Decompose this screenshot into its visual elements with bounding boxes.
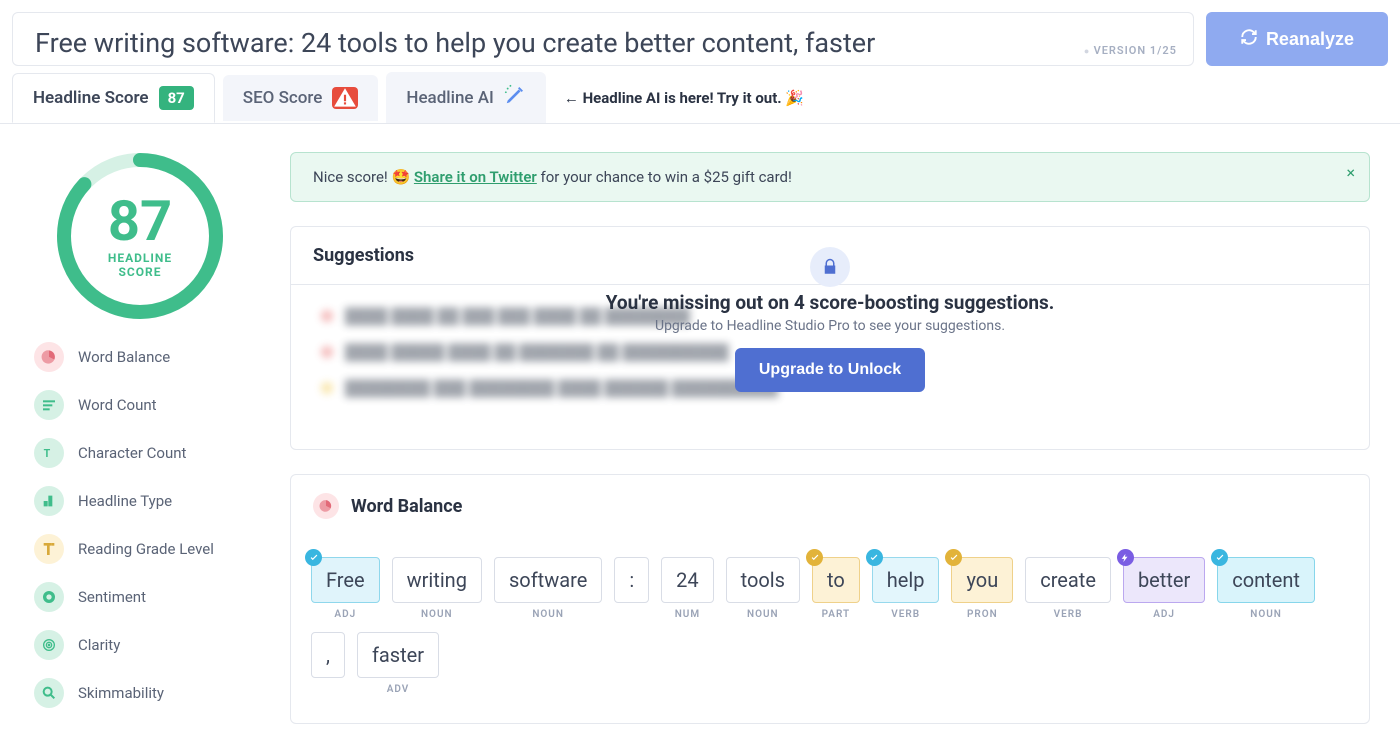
sidebar-item-reading-grade-level[interactable]: Reading Grade Level [34,534,250,564]
word-text: : [614,557,649,603]
pie-icon [313,493,339,519]
word-chip: content NOUN [1217,557,1315,620]
word-text: better [1123,557,1205,603]
reanalyze-button[interactable]: Reanalyze [1206,12,1388,66]
headline-ai-callout: ← Headline AI is here! Try it out. 🎉 [564,89,804,107]
word-chip: faster ADV [357,632,439,695]
sidebar-item-label: Clarity [78,636,120,654]
score-label: HEADLINE SCORE [108,251,172,280]
word-pos: NOUN [532,609,564,620]
bolt-icon [1117,549,1134,566]
word-text: 24 [661,557,713,603]
word-balance-card: Word Balance Free ADJ writing NOUN software N… [290,474,1370,724]
sidebar-item-word-count[interactable]: Word Count [34,390,250,420]
target-icon [34,630,64,660]
word-text: help [872,557,940,603]
sidebar-item-label: Sentiment [78,588,146,606]
word-chip: : [614,557,649,620]
word-chip: help VERB [872,557,940,620]
check-icon [806,549,823,566]
word-chip: writing NOUN [392,557,482,620]
word-pos: NUM [675,609,700,620]
word-text: tools [726,557,800,603]
upgrade-button[interactable]: Upgrade to Unlock [735,348,925,392]
word-chip: toPART [812,557,860,620]
word-chip: create VERB [1025,557,1111,620]
word-balance-title: Word Balance [291,475,1369,537]
refresh-icon [1240,28,1258,51]
close-icon[interactable]: × [1346,163,1355,182]
tab-seo-score[interactable]: SEO Score [223,75,379,121]
sidebar-item-skimmability[interactable]: Skimmability [34,678,250,708]
word-pos: NOUN [1250,609,1282,620]
word-chip: you PRON [951,557,1013,620]
tabs-row: Headline Score 87 SEO Score Headline AI … [0,66,1400,124]
sidebar-item-label: Word Count [78,396,157,414]
share-twitter-link[interactable]: Share it on Twitter [414,168,537,186]
word-pos: ADV [387,684,410,695]
word-chip: better ADJ [1123,557,1205,620]
lock-icon [810,247,850,287]
word-text: Free [311,557,380,603]
sidebar-item-clarity[interactable]: Clarity [34,630,250,660]
search-icon [34,678,64,708]
check-icon [866,549,883,566]
sidebar-item-character-count[interactable]: T Character Count [34,438,250,468]
word-pos: ADJ [334,609,356,620]
sidebar-item-label: Skimmability [78,684,164,702]
svg-text:T: T [44,447,51,460]
book-icon [34,534,64,564]
sidebar-item-label: Character Count [78,444,186,462]
tab-headline-score[interactable]: Headline Score 87 [12,73,215,123]
sidebar-item-word-balance[interactable]: Word Balance [34,342,250,372]
word-text: software [494,557,602,603]
word-text: you [951,557,1013,603]
sidebar-item-headline-type[interactable]: Headline Type [34,486,250,516]
word-pos: VERB [1054,609,1083,620]
word-chip: 24 NUM [661,557,713,620]
warning-icon [332,87,358,109]
word-pos: NOUN [421,609,453,620]
score-circle: 87 HEADLINE SCORE [56,152,224,320]
word-pos: PART [822,609,851,620]
t-icon: T [34,438,64,468]
word-chip: software NOUN [494,557,602,620]
ai-pencil-icon [504,84,526,111]
word-text: writing [392,557,482,603]
pie-icon [34,342,64,372]
check-icon [305,549,322,566]
word-text: , [311,632,345,678]
headline-text[interactable]: Free writing software: 24 tools to help … [35,27,1171,59]
word-chip: , [311,632,345,695]
headline-input-container: Free writing software: 24 tools to help … [12,12,1194,66]
sidebar-item-sentiment[interactable]: Sentiment [34,582,250,612]
suggestions-card: Suggestions ████ ████ ██ ███ ███ ████ ██… [290,226,1370,450]
sidebar: 87 HEADLINE SCORE Word Balance Word Count… [30,152,250,695]
word-text: content [1217,557,1315,603]
sidebar-item-label: Word Balance [78,348,170,366]
share-banner: Nice score! 🤩 Share it on Twitter for yo… [290,152,1370,202]
word-text: faster [357,632,439,678]
overlay-heading: You're missing out on 4 score-boosting s… [606,291,1055,314]
word-pos: ADJ [1153,609,1175,620]
version-label: VERSION 1/25 [1084,44,1177,57]
word-pos: PRON [967,609,998,620]
face-icon [34,582,64,612]
word-text: create [1025,557,1111,603]
word-pos: NOUN [747,609,779,620]
score-number: 87 [108,193,172,249]
word-chip: tools NOUN [726,557,800,620]
score-badge: 87 [159,86,194,110]
lines-icon [34,390,64,420]
sidebar-item-label: Headline Type [78,492,172,510]
sidebar-item-label: Reading Grade Level [78,540,214,558]
bars-icon [34,486,64,516]
tab-headline-ai[interactable]: Headline AI [386,72,545,123]
overlay-sub: Upgrade to Headline Studio Pro to see yo… [655,318,1005,334]
word-chip: Free ADJ [311,557,380,620]
word-pos: VERB [891,609,920,620]
